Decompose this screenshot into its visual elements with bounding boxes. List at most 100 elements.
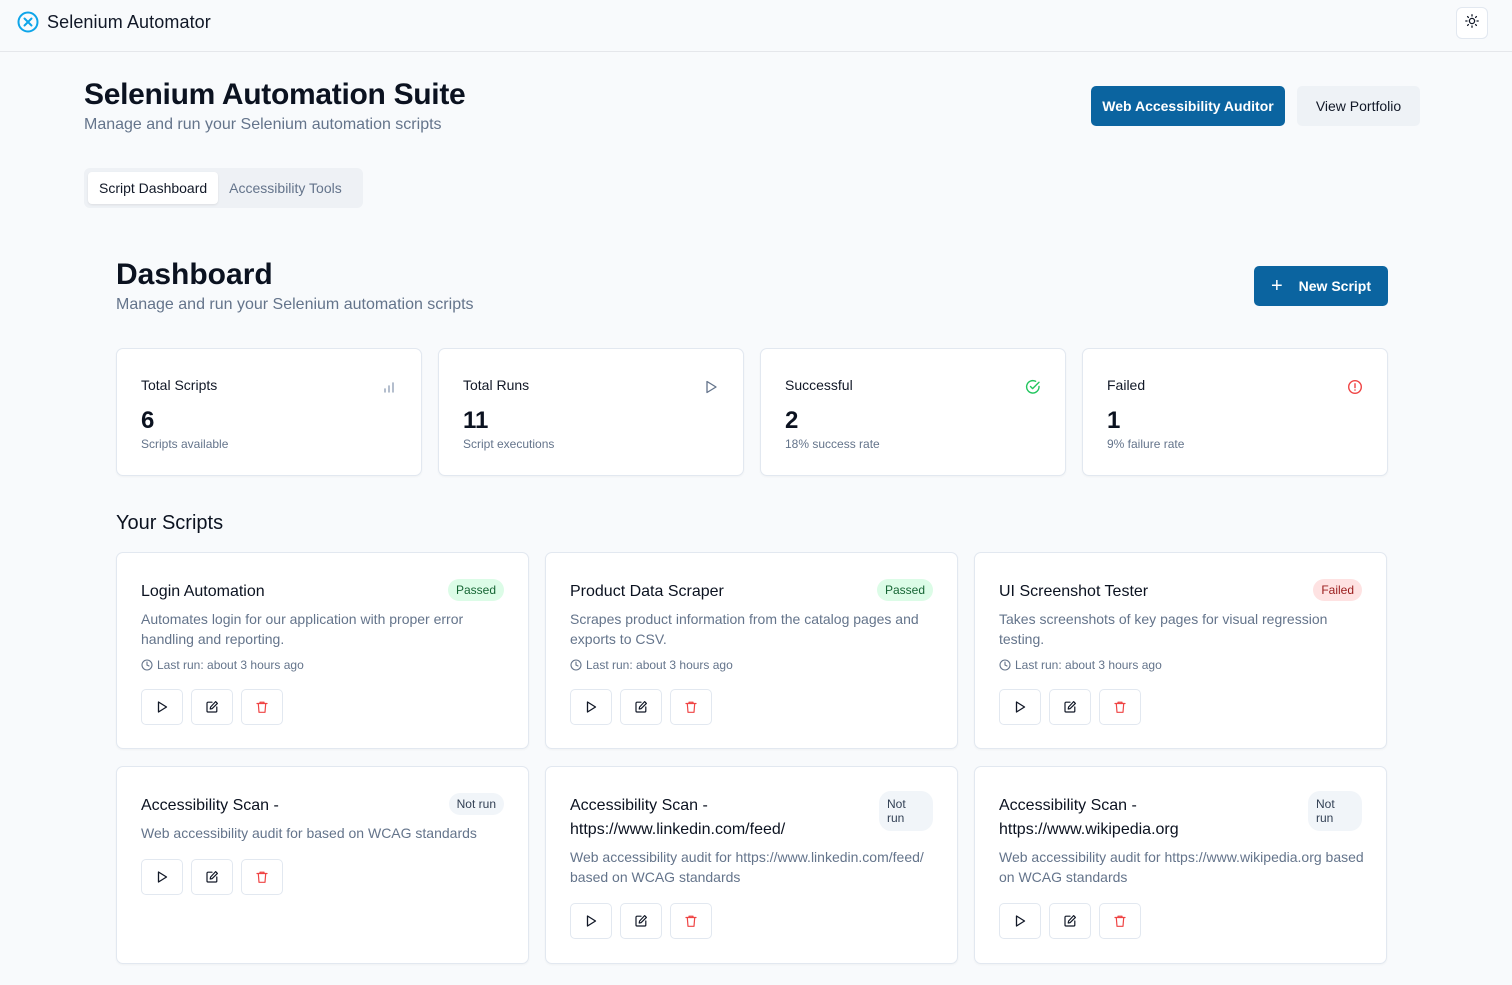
stat-card-total-scripts: Total Scripts 6 Scripts available [116, 348, 422, 476]
run-script-button[interactable] [570, 689, 612, 725]
delete-script-button[interactable] [1099, 689, 1141, 725]
last-run-text: Last run: about 3 hours ago [586, 658, 733, 672]
script-name: Login Automation [141, 583, 265, 600]
delete-script-button[interactable] [670, 689, 712, 725]
stat-value: 6 [141, 407, 155, 434]
edit-icon [1064, 915, 1076, 927]
play-icon [1015, 701, 1026, 713]
brand-logo-icon [17, 11, 39, 33]
stat-card-successful: Successful 2 18% success rate [760, 348, 1066, 476]
script-description: Web accessibility audit for https://www.… [999, 849, 1364, 885]
tab-list: Script Dashboard Accessibility Tools [84, 168, 363, 208]
script-card: UI Screenshot Tester Failed Takes screen… [974, 552, 1387, 749]
play-icon [157, 701, 168, 713]
new-script-button[interactable]: + New Script [1254, 266, 1388, 306]
check-circle-icon [1025, 379, 1041, 395]
stat-value: 2 [785, 407, 799, 434]
edit-script-button[interactable] [620, 903, 662, 939]
delete-script-button[interactable] [241, 689, 283, 725]
edit-icon [635, 701, 647, 713]
script-card: Product Data Scraper Passed Scrapes prod… [545, 552, 958, 749]
stat-label: Successful [785, 377, 853, 393]
stat-note: Scripts available [141, 437, 229, 451]
alert-circle-icon [1347, 379, 1363, 395]
stat-note: 18% success rate [785, 437, 880, 451]
page-title: Selenium Automation Suite [84, 78, 466, 111]
stat-label: Total Runs [463, 377, 530, 393]
edit-icon [206, 871, 218, 883]
edit-script-button[interactable] [1049, 903, 1091, 939]
status-badge: Passed [876, 579, 933, 601]
script-actions [141, 689, 291, 725]
theme-toggle-button[interactable] [1456, 7, 1488, 39]
edit-icon [1064, 701, 1076, 713]
script-actions [999, 689, 1149, 725]
stat-label: Failed [1107, 377, 1146, 393]
last-run: Last run: about 3 hours ago [999, 658, 1162, 672]
script-actions [570, 689, 720, 725]
script-actions [570, 903, 720, 939]
play-icon [1015, 915, 1026, 927]
run-script-button[interactable] [999, 903, 1041, 939]
new-script-label: New Script [1298, 278, 1372, 294]
plus-icon: + [1270, 275, 1283, 297]
script-actions [999, 903, 1149, 939]
view-portfolio-button[interactable]: View Portfolio [1297, 86, 1420, 126]
app-title: Selenium Automator [47, 11, 211, 32]
clock-icon [141, 659, 153, 671]
edit-script-button[interactable] [1049, 689, 1091, 725]
dashboard-subtitle: Manage and run your Selenium automation … [116, 296, 474, 313]
stat-label: Total Scripts [141, 377, 218, 393]
script-description: Scrapes product information from the cat… [570, 611, 919, 647]
run-script-button[interactable] [141, 689, 183, 725]
stat-value: 1 [1107, 407, 1121, 434]
script-description: Web accessibility audit for https://www.… [570, 849, 924, 885]
trash-icon [685, 701, 697, 713]
script-description: Automates login for our application with… [141, 611, 464, 647]
delete-script-button[interactable] [241, 859, 283, 895]
tab-script-dashboard[interactable]: Script Dashboard [88, 172, 219, 204]
last-run-text: Last run: about 3 hours ago [157, 658, 304, 672]
web-accessibility-auditor-button[interactable]: Web Accessibility Auditor [1091, 86, 1285, 126]
stat-card-failed: Failed 1 9% failure rate [1082, 348, 1388, 476]
status-badge: Not run [448, 793, 504, 815]
tab-accessibility-tools[interactable]: Accessibility Tools [218, 172, 353, 204]
script-description: Takes screenshots of key pages for visua… [999, 611, 1328, 647]
edit-icon [206, 701, 218, 713]
play-icon [586, 915, 597, 927]
script-name: Accessibility Scan - https://www.wikiped… [999, 797, 1179, 838]
sun-icon [1465, 13, 1479, 33]
run-script-button[interactable] [141, 859, 183, 895]
status-badge: Failed [1313, 579, 1362, 601]
stat-note: Script executions [463, 437, 555, 451]
trash-icon [256, 701, 268, 713]
script-name: Accessibility Scan - https://www.linkedi… [570, 797, 786, 838]
trash-icon [1114, 915, 1126, 927]
scripts-section-title: Your Scripts [116, 512, 224, 534]
status-badge: Passed [447, 579, 504, 601]
stat-note: 9% failure rate [1107, 437, 1185, 451]
clock-icon [570, 659, 582, 671]
last-run-text: Last run: about 3 hours ago [1015, 658, 1162, 672]
run-script-button[interactable] [570, 903, 612, 939]
script-card: Accessibility Scan - Not run Web accessi… [116, 766, 529, 964]
last-run: Last run: about 3 hours ago [570, 658, 733, 672]
script-card: Login Automation Passed Automates login … [116, 552, 529, 749]
script-card: Accessibility Scan - https://www.wikiped… [974, 766, 1387, 964]
edit-script-button[interactable] [191, 859, 233, 895]
edit-script-button[interactable] [620, 689, 662, 725]
page-subtitle: Manage and run your Selenium automation … [84, 116, 442, 133]
edit-script-button[interactable] [191, 689, 233, 725]
delete-script-button[interactable] [670, 903, 712, 939]
delete-script-button[interactable] [1099, 903, 1141, 939]
stat-card-total-runs: Total Runs 11 Script executions [438, 348, 744, 476]
script-name: Product Data Scraper [570, 583, 724, 600]
bar-chart-icon [381, 379, 397, 395]
status-badge: Not run [1308, 791, 1362, 831]
run-script-button[interactable] [999, 689, 1041, 725]
trash-icon [256, 871, 268, 883]
brand[interactable]: Selenium Automator [17, 11, 211, 33]
status-badge: Not run [879, 791, 933, 831]
play-icon [586, 701, 597, 713]
trash-icon [1114, 701, 1126, 713]
